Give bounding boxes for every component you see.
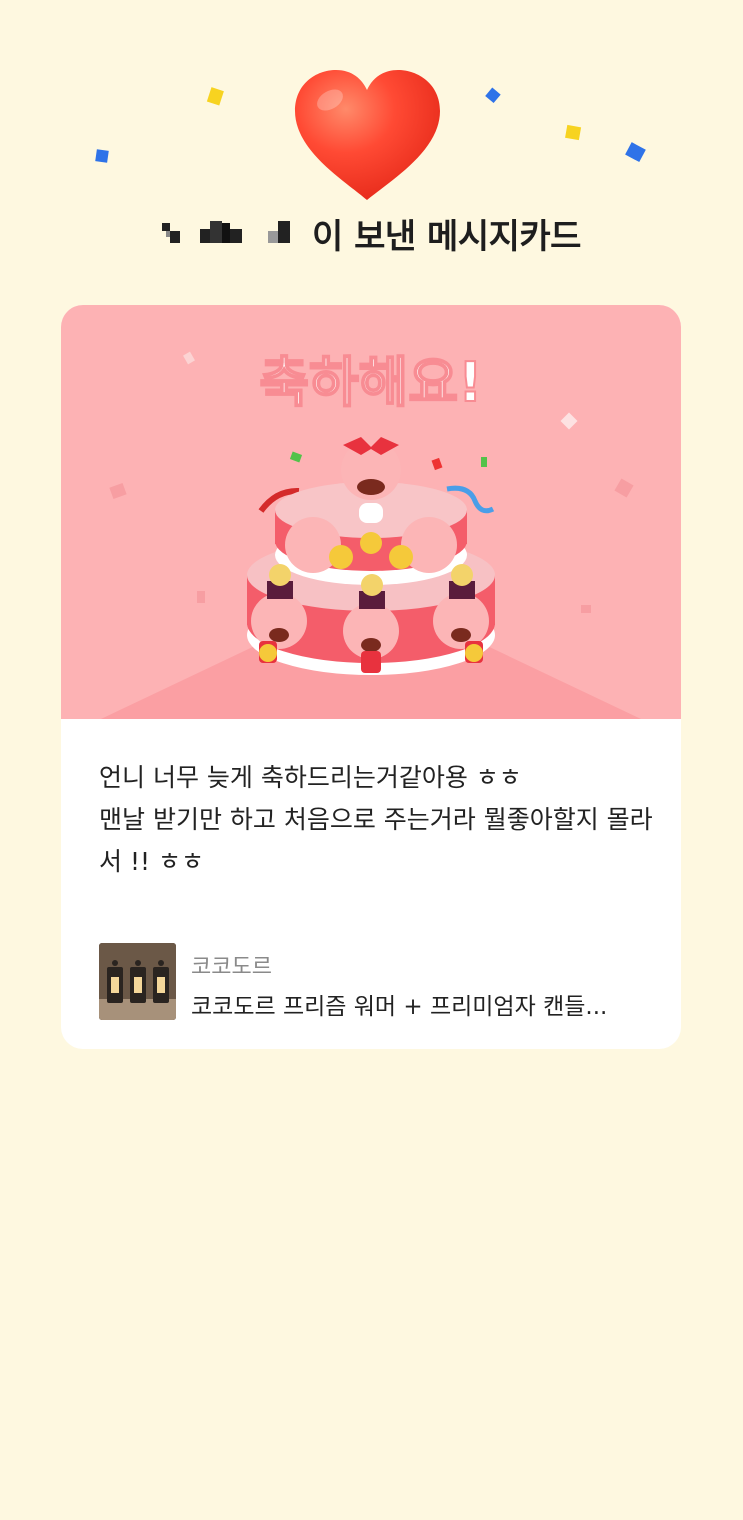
- confetti-blue-right-top: [485, 87, 501, 104]
- message-card: 축하해요! 언니 너무 늦게 축하드리는거같아용 ㅎㅎ 맨날 받기만 하고 처음…: [61, 305, 681, 1049]
- sender-name-redacted: [162, 211, 312, 261]
- page-title: 이 보낸 메시지카드: [0, 212, 743, 262]
- gift-brand: 코코도르: [191, 955, 272, 980]
- gift-thumbnail: [99, 943, 176, 1020]
- confetti-blue-right: [625, 142, 646, 163]
- confetti-yellow-right: [565, 124, 582, 141]
- card-message: 언니 너무 늦게 축하드리는거같아용 ㅎㅎ 맨날 받기만 하고 처음으로 주는거…: [99, 763, 653, 876]
- gift-item[interactable]: 코코도르 코코도르 프리즘 워머 + 프리미엄자 캔들...: [99, 943, 659, 1021]
- celebration-illustration: 축하해요!: [61, 305, 681, 719]
- confetti-yellow-left: [206, 87, 224, 106]
- gift-name: 코코도르 프리즘 워머 + 프리미엄자 캔들...: [191, 994, 608, 1020]
- confetti-blue-left: [95, 149, 109, 163]
- banner-text: 축하해요!: [259, 351, 482, 414]
- title-text: 이 보낸 메시지카드: [312, 217, 581, 257]
- heart-icon: [290, 66, 445, 206]
